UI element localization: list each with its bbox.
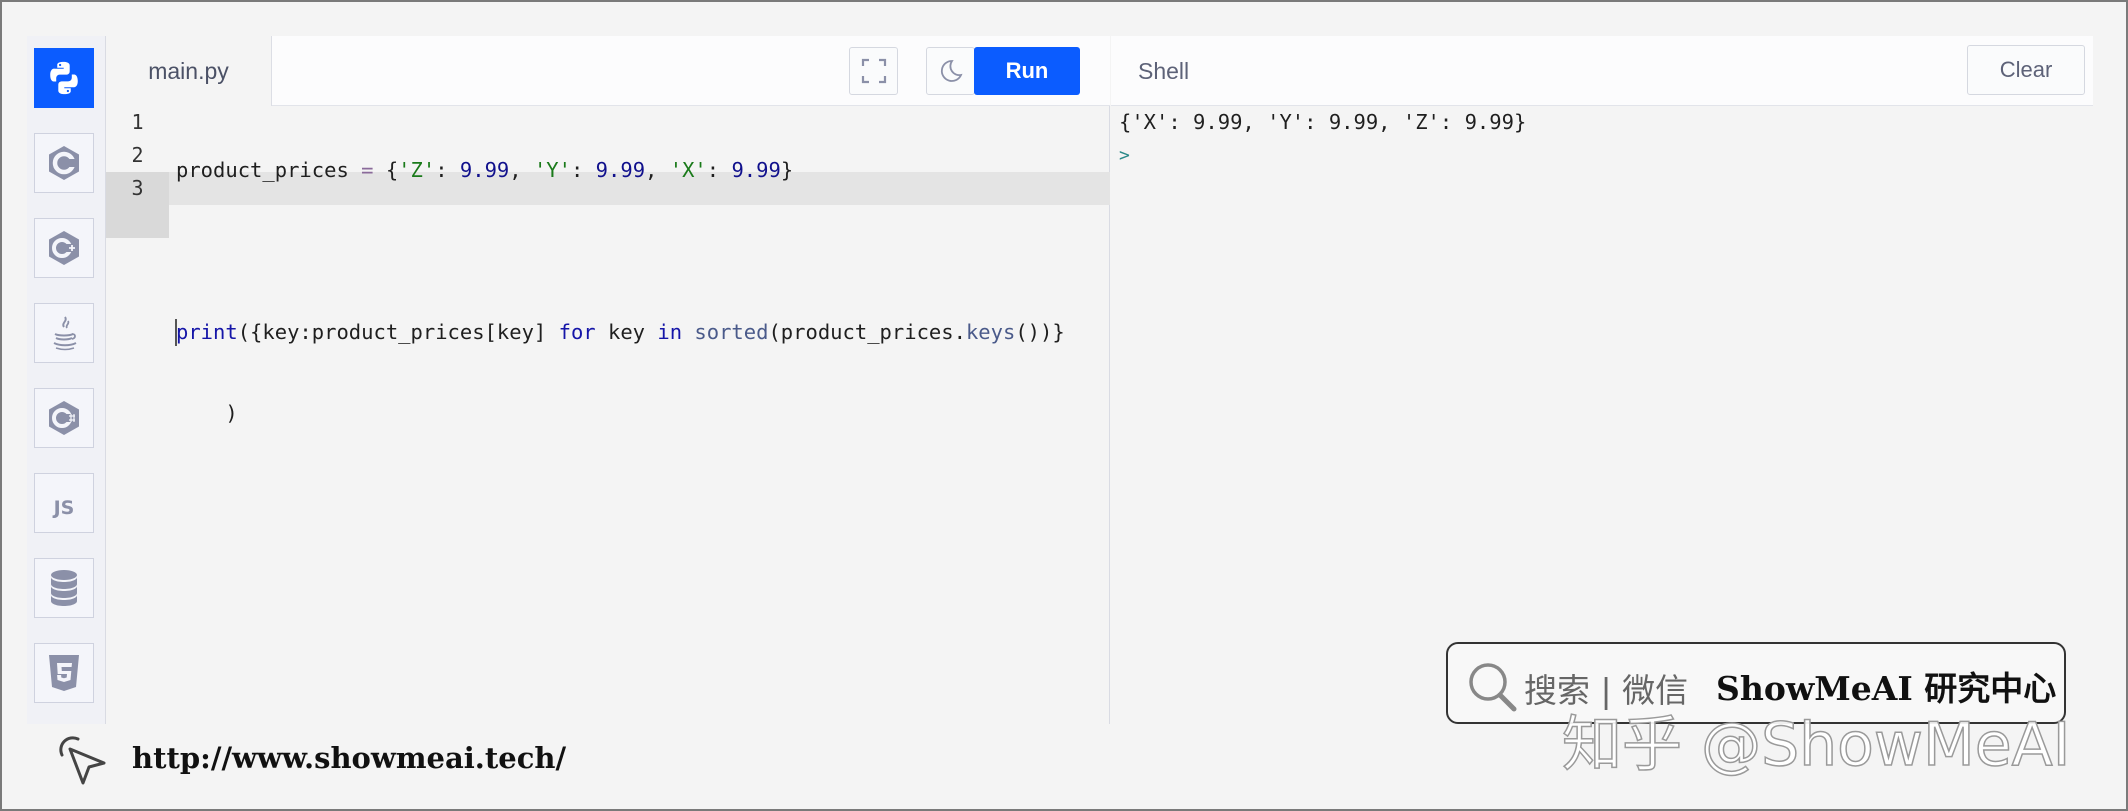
language-sidebar: JS (27, 36, 106, 724)
clear-button[interactable]: Clear (1967, 45, 2085, 95)
shell-toolbar: Shell Clear (1111, 36, 2093, 106)
html5-icon (49, 655, 79, 691)
line-number-gutter: 1 2 3 (106, 106, 169, 238)
fullscreen-button[interactable] (849, 47, 898, 95)
shell-title: Shell (1138, 58, 1190, 84)
cpp-language-button[interactable] (34, 218, 94, 278)
footer-url: http://www.showmeai.tech/ (132, 741, 567, 775)
cursor-pointer-icon (59, 736, 106, 785)
code-content: product_prices = {'Z': 9.99, 'Y': 9.99, … (175, 106, 1106, 478)
online-code-runner: JS main.py Run 1 2 3 product_prices = {'… (27, 36, 2093, 724)
c-language-button[interactable] (34, 133, 94, 193)
cpp-icon (49, 231, 79, 265)
csharp-icon (49, 401, 79, 435)
shell-prompt: > (1119, 145, 1130, 166)
line-number: 1 (131, 110, 144, 134)
database-icon (51, 570, 77, 606)
python-language-button[interactable] (34, 48, 94, 108)
text-cursor (175, 319, 177, 346)
code-line-3: print({key:product_prices[key] for key i… (175, 319, 1065, 346)
database-language-button[interactable] (34, 558, 94, 618)
tab-main-py[interactable]: main.py (106, 36, 272, 107)
csharp-language-button[interactable] (34, 388, 94, 448)
code-line-1: product_prices = {'Z': 9.99, 'Y': 9.99, … (176, 158, 794, 182)
run-button[interactable]: Run (974, 47, 1080, 95)
html5-language-button[interactable] (34, 643, 94, 703)
js-icon: JS (53, 497, 75, 519)
shell-output-line: {'X': 9.99, 'Y': 9.99, 'Z': 9.99} (1119, 110, 1527, 134)
shell-output-panel[interactable]: {'X': 9.99, 'Y': 9.99, 'Z': 9.99} > (1111, 106, 2093, 724)
code-line-3-wrap: ) (176, 401, 238, 425)
search-icon (1469, 663, 1517, 712)
editor-toolbar: main.py Run (106, 36, 1110, 107)
line-number-active: 3 (106, 172, 169, 238)
python-icon (50, 61, 78, 95)
fullscreen-icon (861, 58, 886, 84)
java-icon (53, 316, 77, 351)
watermark-zhihu: 知乎 @ShowMeAI (1561, 709, 2071, 781)
c-icon (49, 146, 79, 180)
java-language-button[interactable] (34, 303, 94, 363)
code-editor[interactable]: 1 2 3 product_prices = {'Z': 9.99, 'Y': … (106, 106, 1110, 724)
line-number: 2 (131, 143, 144, 167)
theme-toggle-button[interactable] (926, 47, 975, 95)
moon-icon (940, 60, 963, 82)
javascript-language-button[interactable]: JS (34, 473, 94, 533)
